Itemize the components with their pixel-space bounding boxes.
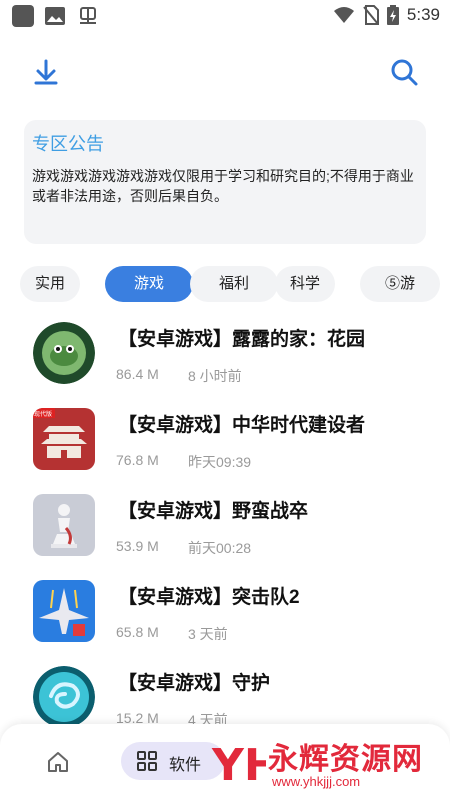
list-item[interactable]: 【安卓游戏】突击队2 65.8 M 3 天前 [0,576,450,660]
app-time: 8 小时前 [188,368,242,384]
app-size: 86.4 M [116,366,159,382]
app-size: 76.8 M [116,452,159,468]
list-item[interactable]: 【安卓游戏】野蛮战卒 53.9 M 前天00:28 [0,490,450,574]
watermark-url: www.yhkjjj.com [272,774,361,789]
fighter-plane-icon [33,580,95,642]
tab-practical[interactable]: 实用 [20,266,80,302]
app-time: 昨天09:39 [188,454,252,470]
notice-body: 游戏游戏游戏游戏游戏仅限用于学习和研究目的;不得用于商业或者非法用途，否则后果自… [32,168,414,204]
tab-more[interactable]: ⑤游 [360,266,440,302]
status-bar: 5:39 [0,0,450,32]
app-title: 【安卓游戏】露露的家：花园 [118,329,366,350]
tab-science[interactable]: 科学 [275,266,335,302]
clock: 5:39 [406,5,440,24]
app-size: 65.8 M [116,624,159,640]
watermark-title: 永辉资源网 [268,743,423,776]
notice-card: 专区公告 游戏游戏游戏游戏游戏仅限用于学习和研究目的;不得用于商业或者非法用途，… [24,120,426,244]
svg-text:YH: YH [211,740,266,790]
tab-games[interactable]: 游戏 [105,266,193,302]
notice-title: 专区公告 [32,134,104,154]
app-time: 3 天前 [188,626,228,642]
grid-icon [137,751,157,771]
chinese-palace-icon: 现代版 [33,408,95,470]
app-title: 【安卓游戏】中华时代建设者 [118,415,366,436]
palace-badge-text: 现代版 [34,410,52,418]
home-icon[interactable] [46,750,70,774]
swirl-orb-icon [33,666,95,728]
no-sim-icon [363,5,379,25]
list-item[interactable]: 【安卓游戏】露露的家：花园 86.4 M 8 小时前 [0,318,450,402]
bug-notification-icon [80,7,96,24]
nav-software-label: 软件 [169,757,202,774]
frog-plant-icon [33,322,95,384]
wifi-icon [333,7,354,23]
search-icon[interactable] [388,56,420,88]
app-title: 【安卓游戏】守护 [118,673,271,694]
app-title: 【安卓游戏】突击队2 [118,587,300,608]
image-notification-icon [45,7,65,25]
watermark-logo: YH [211,740,266,790]
battery-icon [386,5,399,25]
watermark: YH 永辉资源网 www.yhkjjj.com [210,734,446,794]
app-notification-icon [12,5,34,27]
app-size: 53.9 M [116,538,159,554]
category-tabs: 实用 游戏 福利 科学 ⑤游 [20,266,450,302]
bottom-nav: 软件 YH 永辉资源网 www.yhkjjj.com [0,724,450,800]
tab-welfare[interactable]: 福利 [190,266,278,302]
download-icon[interactable] [30,56,62,88]
app-time: 前天00:28 [188,540,252,556]
list-item[interactable]: 现代版 【安卓游戏】中华时代建设者 76.8 M 昨天09:39 [0,404,450,488]
chess-pawn-icon [33,494,95,556]
status-system: 5:39 [333,5,440,25]
status-notifications [12,5,100,27]
top-toolbar [0,56,450,92]
app-title: 【安卓游戏】野蛮战卒 [118,501,309,522]
